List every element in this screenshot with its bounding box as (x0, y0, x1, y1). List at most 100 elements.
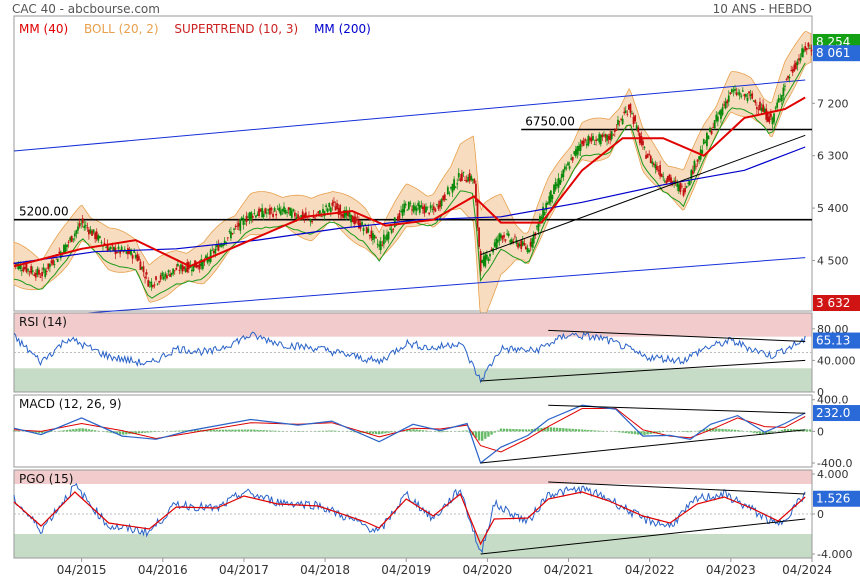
histogram-bar (384, 431, 387, 434)
histogram-bar (502, 428, 506, 432)
candle-body (272, 213, 274, 217)
candle-body (333, 201, 335, 203)
candle-body (131, 255, 134, 259)
candle-body (58, 251, 61, 254)
candle-body (571, 156, 574, 161)
candle-body (297, 214, 299, 219)
histogram-bar (349, 431, 353, 432)
candle-body (254, 215, 257, 218)
histogram-bar (749, 431, 752, 433)
histogram-bar (524, 429, 528, 432)
candle-body (782, 87, 785, 96)
candle-body (262, 213, 265, 217)
candle-body (314, 217, 317, 219)
candle-body (162, 276, 165, 280)
candle-body (289, 207, 292, 216)
histogram-bar (618, 431, 621, 433)
candle-body (69, 237, 72, 241)
candle-body (568, 166, 571, 169)
candle-body (442, 195, 445, 201)
candle-body (451, 183, 454, 193)
histogram-bar (462, 430, 465, 432)
histogram-bar (562, 428, 565, 432)
candle-body (136, 254, 139, 261)
candle-body (663, 180, 666, 182)
histogram-bar (415, 429, 418, 432)
candle-body (353, 216, 356, 225)
histogram-bar (736, 430, 740, 432)
candle-body (158, 281, 161, 283)
candle-body (473, 179, 476, 184)
candle-body (66, 244, 68, 247)
candle-body (283, 206, 285, 213)
candle-body (50, 260, 53, 264)
candle-body (105, 247, 107, 249)
candle-body (626, 113, 629, 115)
rsi-value-badge-label: 65.13 (816, 334, 850, 348)
candle-body (632, 116, 635, 125)
candle-body (431, 209, 434, 210)
candle-body (265, 212, 268, 214)
histogram-bar (150, 431, 153, 433)
histogram-bar (143, 431, 147, 433)
candle-body (322, 209, 324, 213)
candle-body (677, 184, 680, 192)
histogram-bar (740, 430, 743, 432)
candle-body (381, 244, 384, 246)
candle-body (649, 155, 652, 164)
candle-body (501, 235, 504, 240)
candle-body (562, 169, 565, 178)
candle-body (710, 130, 713, 135)
candle-body (448, 192, 451, 194)
candle-body (757, 109, 760, 110)
candle-body (387, 232, 390, 240)
candle-body (776, 102, 779, 108)
rsi-oversold-zone (14, 368, 812, 392)
candle-body (30, 266, 33, 274)
candle-body (384, 237, 387, 239)
candle-body (364, 223, 367, 225)
candle-body (743, 94, 746, 97)
candle-body (39, 276, 42, 278)
price-ytick-label: 5 400 (817, 202, 849, 215)
candle-body (787, 75, 789, 79)
candle-body (390, 229, 393, 233)
price-ytick-label: 6 300 (817, 150, 849, 163)
candle-body (237, 223, 240, 227)
candle-body (97, 235, 100, 241)
histogram-bar (571, 428, 574, 432)
histogram-bar (549, 427, 553, 432)
candle-body (159, 275, 162, 280)
candle-body (551, 194, 554, 200)
candle-body (233, 228, 235, 230)
candle-body (42, 267, 45, 271)
candle-body (78, 223, 81, 227)
candle-body (657, 170, 660, 172)
candle-body (134, 255, 137, 258)
candle-body (415, 207, 418, 212)
candle-body (195, 264, 198, 268)
candle-body (578, 145, 580, 151)
candle-body (98, 236, 101, 239)
histogram-bar (443, 431, 446, 433)
candle-body (470, 176, 473, 181)
candle-body (707, 135, 710, 140)
candle-body (403, 203, 406, 213)
candle-body (526, 248, 529, 253)
candle-body (504, 239, 507, 241)
candle-body (273, 208, 276, 212)
candle-body (654, 164, 657, 169)
candle-body (20, 270, 23, 271)
candle-body (230, 231, 232, 239)
candle-body (418, 205, 421, 213)
candle-body (34, 273, 37, 278)
candle-body (690, 170, 693, 181)
histogram-bar (137, 431, 141, 434)
macd-ytick-label: 400.0 (817, 394, 849, 407)
candle-body (807, 42, 810, 47)
candle-body (679, 182, 682, 193)
histogram-bar (771, 431, 774, 433)
candle-body (328, 203, 331, 208)
histogram-bar (565, 428, 568, 432)
histogram-bar (147, 431, 150, 433)
